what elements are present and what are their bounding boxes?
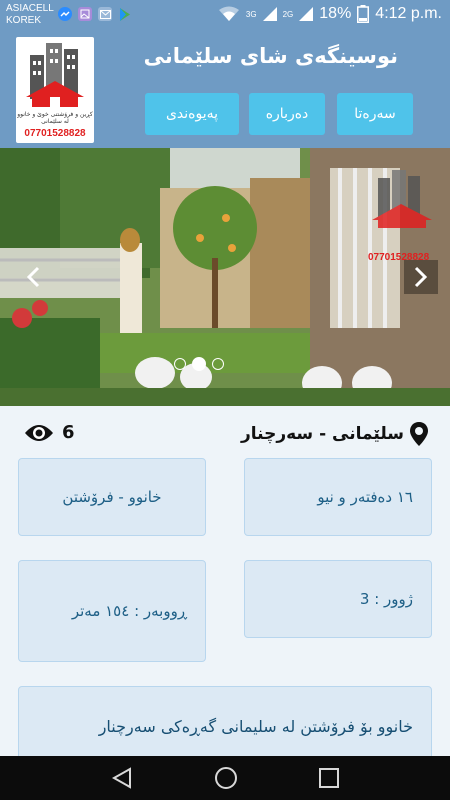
- logo-phone: 07701528828: [24, 128, 86, 139]
- nav-home-button[interactable]: سەرەتا: [337, 93, 413, 135]
- listing-meta: 6 سلێمانی - سەرچنار: [0, 418, 450, 454]
- network-label-2: 2G: [282, 9, 294, 19]
- battery-icon: [357, 5, 370, 23]
- carrier-line-1: ASIACELL: [6, 3, 54, 14]
- carousel-next-button[interactable]: [404, 260, 438, 294]
- play-store-icon: [118, 7, 132, 21]
- carousel-prev-button[interactable]: [16, 260, 50, 294]
- description-text: خانوو بۆ فرۆشتن لە سلیمانی گەڕەکی سەرچنا…: [98, 717, 413, 736]
- clock: 4:12 p.m.: [375, 5, 442, 22]
- carousel-dot-active[interactable]: [192, 357, 206, 371]
- views-count: 6: [62, 422, 75, 443]
- logo-tagline: کڕین و فرۆشتنی خوێ و خانوو لە سلێمانی: [17, 111, 93, 125]
- deal-type-card: خانوو - فرۆشتن: [18, 458, 206, 536]
- area-text: ڕووبەر : ١٥٤ مەتر: [71, 602, 187, 620]
- signal-icon-1: [262, 7, 277, 21]
- carousel-dot[interactable]: [212, 358, 224, 370]
- plot-size-text: ١٦ دەفتەر و نیو: [317, 488, 413, 506]
- watermark-logo-icon: [372, 170, 432, 228]
- location-text: سلێمانی - سەرچنار: [240, 424, 404, 444]
- notification-icons: [58, 7, 132, 21]
- signal-icon-2: [299, 7, 314, 21]
- battery-percent: 18%: [319, 5, 352, 22]
- network-label-1: 3G: [245, 9, 257, 19]
- carousel-indicators: [174, 357, 224, 371]
- location-pin-icon: [410, 422, 428, 446]
- carrier-info: ASIACELL KOREK: [6, 3, 54, 27]
- carrier-line-2: KOREK: [6, 15, 42, 26]
- app-header: کڕین و فرۆشتنی خوێ و خانوو لە سلێمانی 07…: [0, 30, 450, 148]
- home-icon[interactable]: [214, 766, 238, 790]
- chevron-left-icon: [26, 266, 40, 288]
- plot-size-card: ١٦ دەفتەر و نیو: [244, 458, 432, 536]
- agency-logo[interactable]: کڕین و فرۆشتنی خوێ و خانوو لە سلێمانی 07…: [16, 37, 94, 143]
- area-card: ڕووبەر : ١٥٤ مەتر: [18, 560, 206, 662]
- android-nav-bar: [0, 756, 450, 800]
- photo-carousel[interactable]: 07701528828: [0, 148, 450, 406]
- description-card: خانوو بۆ فرۆشتن لە سلیمانی گەڕەکی سەرچنا…: [18, 686, 432, 766]
- deal-type-text: خانوو - فرۆشتن: [62, 488, 162, 506]
- rooms-card: ژوور : 3: [244, 560, 432, 638]
- listing-location: سلێمانی - سەرچنار: [241, 422, 428, 446]
- chevron-right-icon: [414, 266, 428, 288]
- nav-about-button[interactable]: دەربارە: [249, 93, 325, 135]
- status-bar: ASIACELL KOREK 3G 2G 18% 4:12 p.m.: [0, 0, 450, 30]
- carousel-dot[interactable]: [174, 358, 186, 370]
- mail-icon: [98, 7, 112, 21]
- system-indicators: 3G 2G 18% 4:12 p.m.: [218, 5, 442, 23]
- back-icon[interactable]: [111, 767, 133, 789]
- recents-icon[interactable]: [319, 768, 340, 788]
- site-title: نوسینگەی شای سلێمانی: [143, 44, 398, 68]
- gallery-icon: [78, 7, 92, 21]
- buildings-logo-icon: [26, 43, 84, 107]
- eye-icon: [25, 424, 53, 441]
- rooms-text: ژوور : 3: [359, 590, 413, 608]
- view-counter: 6: [24, 422, 75, 443]
- messenger-icon: [58, 7, 72, 21]
- nav-contact-button[interactable]: پەیوەندی: [145, 93, 239, 135]
- wifi-icon: [218, 6, 239, 21]
